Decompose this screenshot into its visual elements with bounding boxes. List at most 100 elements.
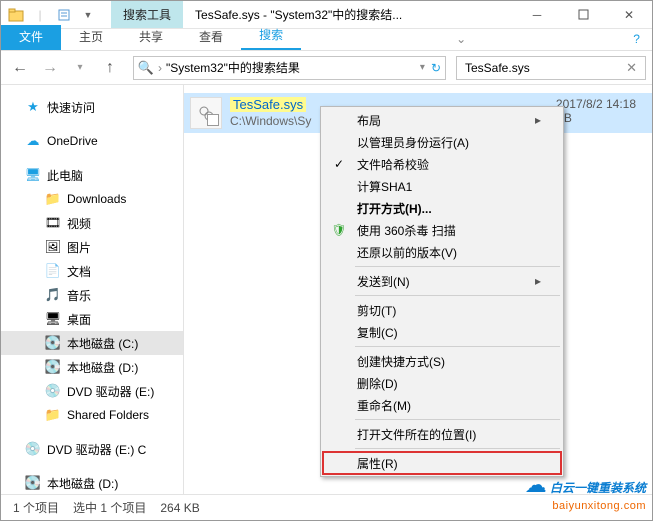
file-path: C:\Windows\Sy [230,114,311,128]
menu-item-label: 发送到(N) [357,273,410,290]
folder-icon: 📁 [45,191,61,207]
recent-dropdown[interactable]: ▾ [67,55,93,81]
menu-item-label: 属性(R) [357,455,398,472]
window-title: TesSafe.sys - "System32"中的搜索结... [195,6,514,23]
tab-share[interactable]: 共享 [121,25,181,50]
sidebar-item-dvd-e[interactable]: 💿DVD 驱动器 (E:) [1,379,183,403]
tab-search[interactable]: 搜索 [241,23,301,50]
menu-item-label: 以管理员身份运行(A) [357,134,469,151]
clear-search-icon[interactable]: ✕ [626,60,637,76]
back-button[interactable]: ← [7,55,33,81]
dvd-icon: 💿 [25,441,41,457]
properties-icon[interactable] [53,4,75,26]
tab-home[interactable]: 主页 [61,25,121,50]
menu-item[interactable]: 删除(D) [323,372,561,394]
sidebar-item-onedrive[interactable]: ☁OneDrive [1,129,183,153]
dvd-icon: 💿 [45,383,61,399]
sidebar-item-drive-d[interactable]: 💽本地磁盘 (D:) [1,355,183,379]
sidebar-item-quickaccess[interactable]: ★快速访问 [1,95,183,119]
address-bar[interactable]: 🔍 › "System32"中的搜索结果 ▾ ↻ [133,56,446,80]
file-info: TesSafe.sys C:\Windows\Sy [230,97,311,128]
menu-item[interactable]: 重命名(M) [323,394,561,416]
menu-item[interactable]: 以管理员身份运行(A) [323,131,561,153]
sidebar-item-dvd-e-2[interactable]: 💿DVD 驱动器 (E:) C [1,437,183,461]
sidebar-item-videos[interactable]: 🎞视频 [1,211,183,235]
menu-item-label: 布局 [357,112,381,129]
menu-item-label: 使用 360杀毒 扫描 [357,222,456,239]
status-size: 264 KB [160,501,199,515]
menu-item-label: 计算SHA1 [357,178,412,195]
close-button[interactable]: ✕ [606,1,652,29]
search-value: TesSafe.sys [465,61,530,75]
menu-item[interactable]: 打开文件所在的位置(I) [323,423,561,445]
address-dropdown-icon[interactable]: ▾ [420,62,425,73]
minimize-button[interactable]: ─ [514,1,560,29]
qat-sep: | [29,4,51,26]
menu-item-label: 创建快捷方式(S) [357,353,445,370]
menu-item-label: 重命名(M) [357,397,411,414]
tab-view[interactable]: 查看 [181,25,241,50]
qat-dropdown-icon[interactable]: ▼ [77,4,99,26]
submenu-arrow-icon: ▸ [535,113,541,127]
menu-item-label: 删除(D) [357,375,398,392]
tab-file[interactable]: 文件 [1,25,61,50]
onedrive-icon: ☁ [25,133,41,149]
expand-ribbon-icon[interactable]: ⌄ [444,28,478,50]
watermark-cn: 白云一键重装系统 [550,481,646,495]
sidebar-item-thispc[interactable]: 🖥此电脑 [1,163,183,187]
file-size: KB [556,111,636,125]
menu-item-label: 文件哈希校验 [357,156,429,173]
drive-icon: 💽 [45,359,61,375]
menu-item[interactable]: 还原以前的版本(V) [323,241,561,263]
refresh-icon[interactable]: ↻ [431,61,441,75]
search-input[interactable]: TesSafe.sys ✕ [456,56,646,80]
drive-icon: 💽 [25,475,41,491]
folder-icon [5,4,27,26]
breadcrumb-chevron: › [158,61,162,75]
menu-item[interactable]: 属性(R) [323,452,561,474]
menu-item-icon: ✓ [331,156,347,172]
ribbon-tabs: 文件 主页 共享 查看 搜索 ⌄ ? [1,29,652,51]
sidebar: ★快速访问 ☁OneDrive 🖥此电脑 📁Downloads 🎞视频 🖼图片 … [1,85,184,494]
menu-item-icon: 🛡 [331,222,347,238]
menu-item-label: 还原以前的版本(V) [357,244,457,261]
sidebar-item-drive-d-2[interactable]: 💽本地磁盘 (D:) [1,471,183,494]
menu-item-label: 剪切(T) [357,302,396,319]
help-icon[interactable]: ? [621,28,652,50]
sidebar-item-pictures[interactable]: 🖼图片 [1,235,183,259]
menu-item[interactable]: 创建快捷方式(S) [323,350,561,372]
menu-separator [355,346,560,347]
menu-item[interactable]: 复制(C) [323,321,561,343]
menu-item[interactable]: 打开方式(H)... [323,197,561,219]
breadcrumb-text: "System32"中的搜索结果 [166,59,300,76]
menu-item-label: 打开文件所在的位置(I) [357,426,476,443]
file-date: 2017/8/2 14:18 [556,97,636,111]
maximize-button[interactable] [560,1,606,29]
menu-separator [355,448,560,449]
menu-item[interactable]: ✓ 文件哈希校验 [323,153,561,175]
menu-item[interactable]: 布局 ▸ [323,109,561,131]
sidebar-item-desktop[interactable]: 🖥桌面 [1,307,183,331]
sidebar-item-downloads[interactable]: 📁Downloads [1,187,183,211]
menu-item[interactable]: 🛡 使用 360杀毒 扫描 [323,219,561,241]
menu-separator [355,419,560,420]
sidebar-item-sharedfolders[interactable]: 📁Shared Folders [1,403,183,427]
sidebar-item-music[interactable]: 🎵音乐 [1,283,183,307]
menu-item[interactable]: 计算SHA1 [323,175,561,197]
sys-file-icon [190,97,222,129]
menu-item-label: 打开方式(H)... [357,200,432,217]
cloud-icon: ☁ [525,472,547,497]
desktop-icon: 🖥 [45,311,61,327]
sidebar-item-documents[interactable]: 📄文档 [1,259,183,283]
menu-separator [355,295,560,296]
file-meta: 2017/8/2 14:18 KB [556,97,636,125]
search-tools-tab[interactable]: 搜索工具 [111,1,183,28]
status-selection: 选中 1 个项目 [73,499,146,516]
sidebar-item-drive-c[interactable]: 💽本地磁盘 (C:) [1,331,183,355]
menu-item[interactable]: 剪切(T) [323,299,561,321]
menu-item-label: 复制(C) [357,324,398,341]
forward-button[interactable]: → [37,55,63,81]
up-button[interactable]: ↑ [97,55,123,81]
menu-item[interactable]: 发送到(N)▸ [323,270,561,292]
search-result-icon: 🔍 [138,60,154,76]
